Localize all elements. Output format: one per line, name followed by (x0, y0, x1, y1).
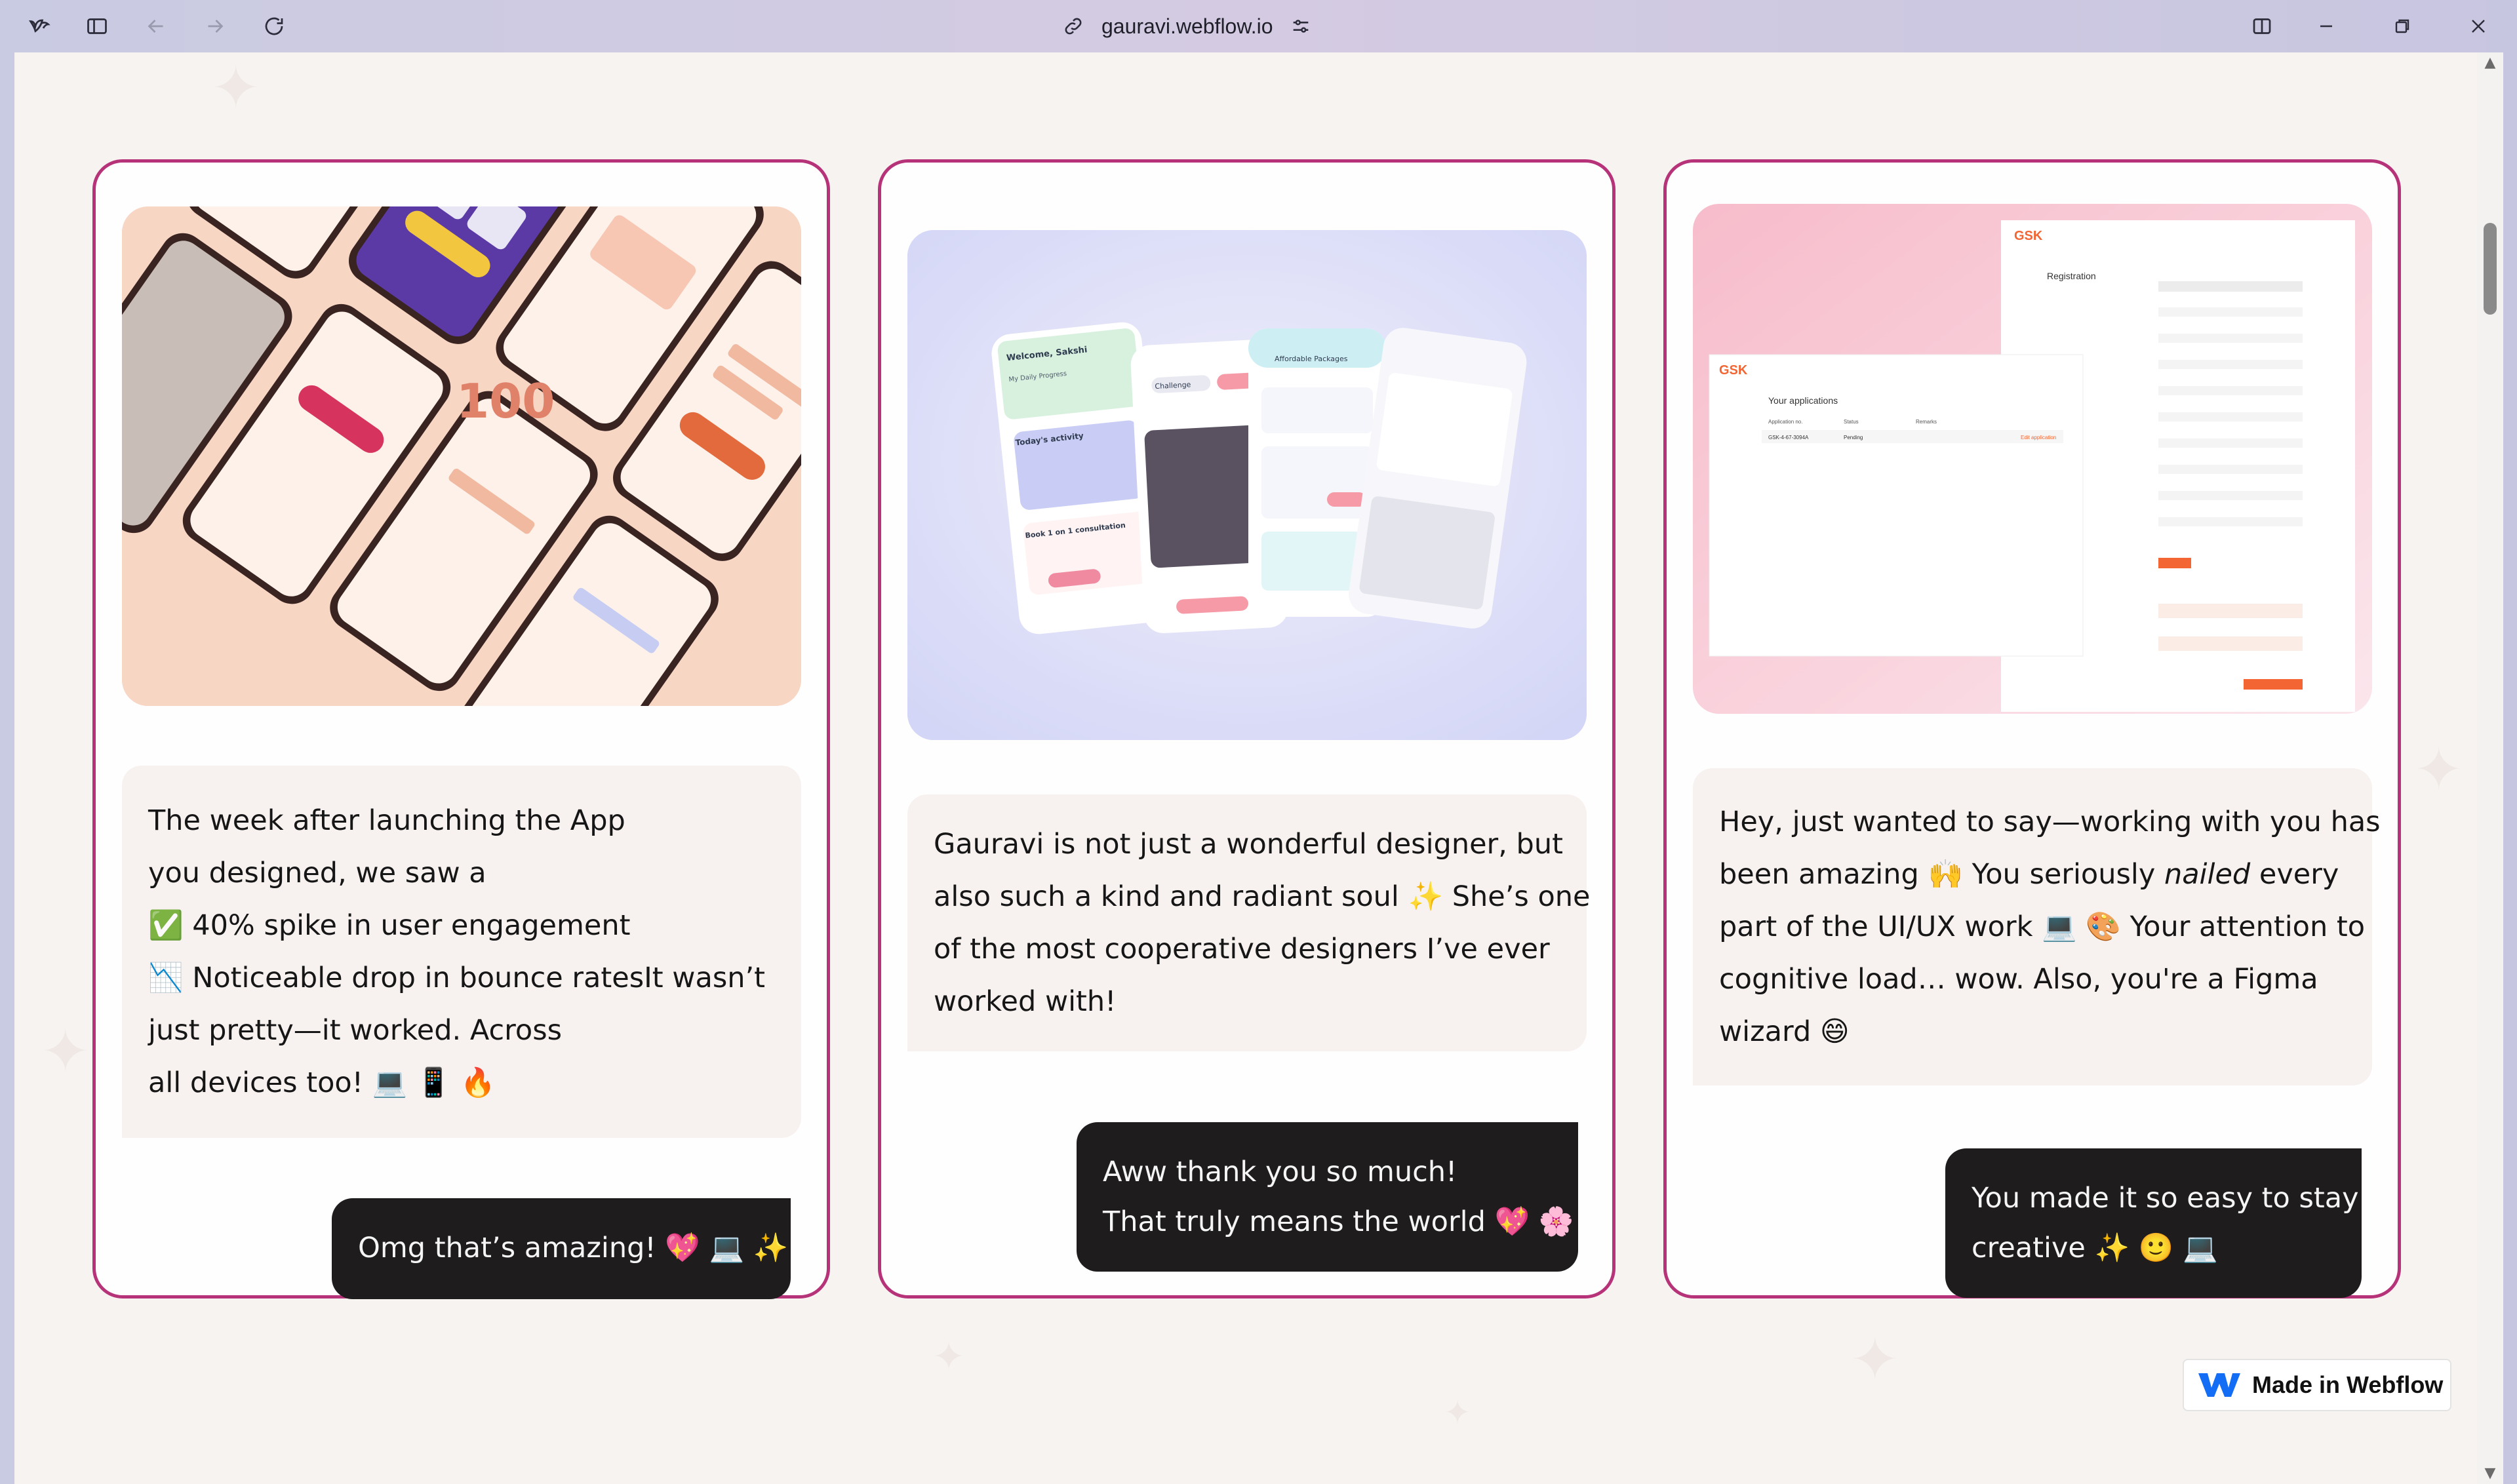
sparkle-decoration: ✦ (932, 1334, 966, 1380)
mock-logo: GSK (2014, 229, 2043, 243)
message-line: 📉 Noticeable drop in bounce ratesIt wasn… (148, 962, 766, 994)
testimonial-message: The week after launching the App you des… (122, 766, 801, 1138)
browser-logo-icon[interactable] (24, 10, 55, 42)
message-line: part of the UI/UX work 💻 🎨 Your attentio… (1719, 910, 2366, 943)
sparkle-decoration: ✦ (211, 54, 261, 123)
message-line: you designed, we saw a (148, 857, 486, 889)
testimonial-image-gsk-portal: GSK Registration GSK Your applications A… (1693, 204, 2372, 714)
reply-bubble: You made it so easy to stay creative ✨ 🙂… (1945, 1148, 2362, 1298)
page-viewport: ✦ ✦ ✦ ✦ ✦ ✦ 100 The week after launching… (14, 52, 2503, 1484)
message-line: Hey, just wanted to say—working with you… (1719, 806, 2381, 838)
message-line: all devices too! 💻 📱 🔥 (148, 1066, 496, 1099)
mock-cell: GSK-4-67-3094A (1768, 435, 1809, 440)
message-line: been amazing 🙌 You seriously nailed ever… (1719, 848, 2346, 901)
testimonial-image-app-mockups: 100 (122, 206, 801, 706)
message-line: also such a kind and radiant soul ✨ She’… (934, 880, 1591, 913)
message-line: cognitive load… wow. Also, you're a Figm… (1719, 963, 2318, 996)
made-in-webflow-badge[interactable]: Made in Webflow (2183, 1359, 2451, 1411)
reload-icon[interactable] (258, 10, 290, 42)
message-line: The week after launching the App (148, 804, 625, 837)
sidebar-toggle-icon[interactable] (81, 10, 113, 42)
mock-packages: Affordable Packages (1275, 355, 1348, 363)
message-line: just pretty—it worked. Across (148, 1014, 563, 1047)
minimize-icon[interactable] (2310, 10, 2342, 42)
testimonial-message: Hey, just wanted to say—working with you… (1693, 768, 2381, 1085)
reply-line: That truly means the world 💖 🌸 (1103, 1205, 1574, 1238)
reply-line: Aww thank you so much! (1103, 1156, 1457, 1188)
testimonial-card-3: GSK Registration GSK Your applications A… (1663, 159, 2401, 1298)
mock-col: Remarks (1916, 419, 1937, 425)
page-scrollbar[interactable]: ▲ ▼ (2477, 52, 2503, 1484)
message-text: every (2250, 858, 2339, 891)
testimonial-message: Gauravi is not just a wonderful designer… (907, 794, 1591, 1051)
mock-col: Application no. (1768, 419, 1802, 425)
reply-bubble: Aww thank you so much! That truly means … (1077, 1122, 1578, 1272)
message-text: been amazing 🙌 You seriously (1719, 858, 2164, 891)
url-text[interactable]: gauravi.webflow.io (1101, 14, 1273, 39)
sparkle-decoration: ✦ (1444, 1394, 1471, 1432)
scrollbar-thumb[interactable] (2484, 223, 2497, 315)
message-line: Gauravi is not just a wonderful designer… (934, 828, 1563, 861)
reply-line: Omg that’s amazing! 💖 💻 ✨ (358, 1232, 789, 1264)
reply-line: You made it so easy to stay (1972, 1182, 2359, 1215)
mock-logo: GSK (1719, 363, 1748, 378)
mock-col: Status (1844, 419, 1859, 425)
mock-panel-title: Your applications (1768, 395, 1838, 406)
reply-bubble: Omg that’s amazing! 💖 💻 ✨ (332, 1198, 791, 1299)
close-icon[interactable] (2463, 10, 2494, 42)
testimonial-card-2: Welcome, Sakshi My Daily Progress Today'… (878, 159, 1615, 1298)
mockup-big-number: 100 (456, 374, 555, 429)
testimonial-card-1: 100 The week after launching the App you… (92, 159, 830, 1299)
split-view-icon[interactable] (2246, 10, 2278, 42)
message-emphasis: nailed (2164, 858, 2251, 891)
mock-cell: Edit application (2021, 435, 2056, 440)
browser-titlebar: gauravi.webflow.io (0, 0, 2517, 52)
sparkle-decoration: ✦ (41, 1017, 90, 1086)
message-line: of the most cooperative designers I’ve e… (934, 933, 1550, 966)
restore-icon[interactable] (2387, 10, 2418, 42)
badge-label: Made in Webflow (2252, 1371, 2444, 1398)
mock-form-title: Registration (2047, 271, 2096, 281)
message-line: wizard 😄 (1719, 1015, 1850, 1048)
address-bar[interactable]: gauravi.webflow.io (1062, 8, 1312, 45)
scroll-down-arrow-icon[interactable]: ▼ (2482, 1466, 2498, 1481)
mock-cell: Pending (1844, 435, 1863, 440)
site-settings-icon[interactable] (1290, 15, 1312, 37)
back-icon[interactable] (140, 10, 172, 42)
reply-line: creative ✨ 🙂 💻 (1972, 1232, 2218, 1264)
message-line: worked with! (934, 985, 1117, 1018)
link-icon (1065, 18, 1082, 35)
message-line: ✅ 40% spike in user engagement (148, 909, 631, 942)
webflow-logo-icon (2198, 1373, 2240, 1397)
sparkle-decoration: ✦ (2414, 735, 2464, 804)
sparkle-decoration: ✦ (1850, 1325, 1900, 1394)
testimonial-image-wellness-app: Welcome, Sakshi My Daily Progress Today'… (907, 230, 1587, 740)
scroll-up-arrow-icon[interactable]: ▲ (2482, 55, 2498, 71)
forward-icon[interactable] (199, 10, 231, 42)
